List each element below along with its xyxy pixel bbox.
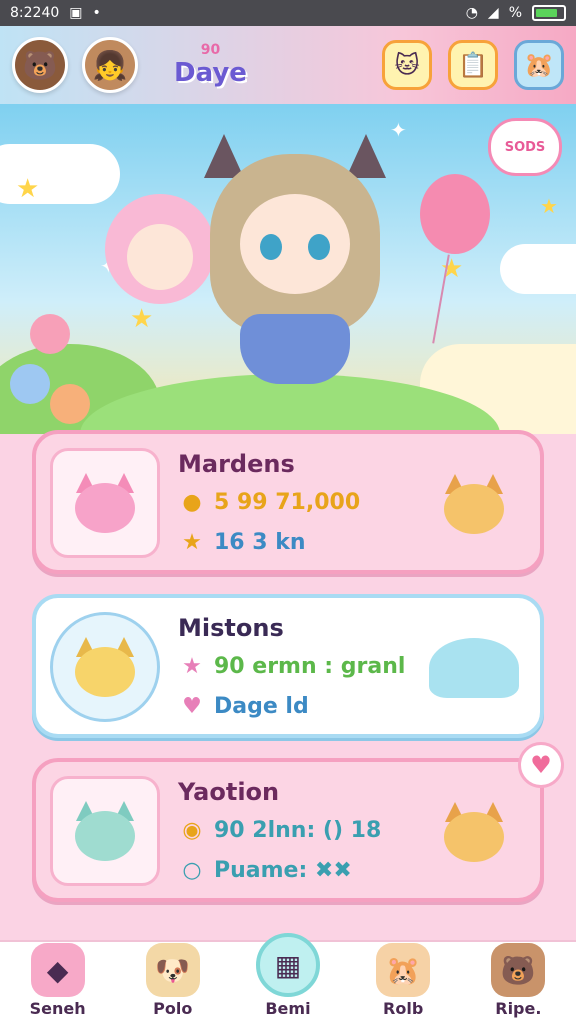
status-time: 8:2240: [10, 5, 60, 21]
puppy-icon: 🐶: [145, 943, 200, 997]
cloud: [500, 244, 576, 294]
battery-label: %: [508, 5, 522, 21]
character-card-3[interactable]: Yaotion ◉ 90 2lnn: () 18 ○ Puame: ✖✖: [32, 758, 544, 902]
nav-label: Rolb: [383, 999, 424, 1018]
nav-label: Bemi: [265, 999, 311, 1018]
stat-value: 90 ermn : granl: [214, 653, 406, 679]
nav-label: Polo: [153, 999, 193, 1018]
dot-icon: •: [92, 5, 101, 21]
character-name: Yaotion: [178, 778, 280, 806]
character-name: Mistons: [178, 614, 284, 642]
coins-value: 5 99 71,000: [214, 489, 361, 515]
flower-icon: [30, 314, 70, 354]
star-icon: ★: [182, 653, 202, 679]
photo-icon: ▣: [69, 5, 83, 21]
tablet-notification-icon[interactable]: 📋: [448, 40, 498, 90]
character-card-2[interactable]: Mistons ★ 90 ermn : granl ♥ Dage ld: [32, 594, 544, 738]
status-bar: 8:2240 ▣ • ◔ ◢ %: [0, 0, 576, 26]
flower-icon: [50, 384, 90, 424]
side-character: [424, 454, 524, 554]
main-cat-girl-character[interactable]: [200, 134, 390, 404]
coin-icon: ●: [182, 489, 202, 515]
character-bubble-icon[interactable]: 🐱: [382, 40, 432, 90]
ice-cream-item: [424, 618, 524, 718]
hamster-icon: 🐹: [376, 943, 431, 997]
gem-icon: ◆: [30, 943, 85, 997]
battery-icon: [532, 5, 566, 21]
star-icon: ★: [182, 529, 202, 555]
character-portrait: [50, 448, 160, 558]
stat-value: 90 2lnn: () 18: [214, 817, 382, 843]
nav-tab-rolb[interactable]: 🐹 Rolb: [353, 943, 453, 1018]
sparkle-icon: ✦: [390, 118, 407, 142]
character-name: Mardens: [178, 450, 295, 478]
character-card-1[interactable]: Mardens ● 5 99 71,000 ★ 16 3 kn: [32, 430, 544, 574]
character-portrait: [50, 776, 160, 886]
bear-avatar-button[interactable]: 🐻: [12, 37, 68, 93]
heart-icon: ♥: [182, 693, 202, 719]
star-icon: ★: [540, 194, 558, 218]
nav-label: Seneh: [29, 999, 86, 1018]
nav-label: Ripe.: [495, 999, 542, 1018]
side-character: [424, 782, 524, 882]
distance-value: 16 3 kn: [214, 529, 306, 555]
nav-tab-polo[interactable]: 🐶 Polo: [123, 943, 223, 1018]
pet-icon[interactable]: 🐹: [514, 40, 564, 90]
title-small: 90: [200, 42, 221, 58]
scene-sign-button[interactable]: SODS: [488, 118, 562, 176]
bottom-nav: ◆ Seneh 🐶 Polo ▦ Bemi 🐹 Rolb 🐻 Ripe.: [0, 933, 576, 1024]
star-icon: ★: [130, 304, 154, 334]
game-title: 90 Daye: [174, 42, 247, 88]
pupame-value: Puame: ✖✖: [214, 857, 352, 883]
circle-icon: ○: [182, 857, 202, 883]
signal-icon: ◢: [487, 5, 499, 21]
nav-tab-seneh[interactable]: ◆ Seneh: [8, 943, 108, 1018]
map-icon: ▦: [255, 933, 320, 997]
girl-avatar-button[interactable]: 👧: [82, 37, 138, 93]
flower-icon: [10, 364, 50, 404]
heart-bubble-button[interactable]: ♥: [518, 742, 564, 788]
bear-icon: 🐻: [491, 943, 546, 997]
fairy-character[interactable]: [105, 194, 215, 304]
top-bar: 🐻 👧 90 Daye 🐱 📋 🐹: [0, 26, 576, 104]
nav-tab-ripe[interactable]: 🐻 Ripe.: [468, 943, 568, 1018]
page-value: Dage ld: [214, 693, 309, 719]
heart-balloon[interactable]: [420, 174, 490, 254]
game-scene: ★ ★ ★ ★ ✦ ✦ SODS: [0, 104, 576, 434]
title-text: Daye: [174, 58, 247, 88]
character-portrait: [50, 612, 160, 722]
nav-tab-bemi[interactable]: ▦ Bemi: [238, 933, 338, 1018]
star-icon: ★: [16, 174, 40, 204]
wifi-icon: ◔: [465, 5, 478, 21]
ring-icon: ◉: [182, 817, 202, 843]
